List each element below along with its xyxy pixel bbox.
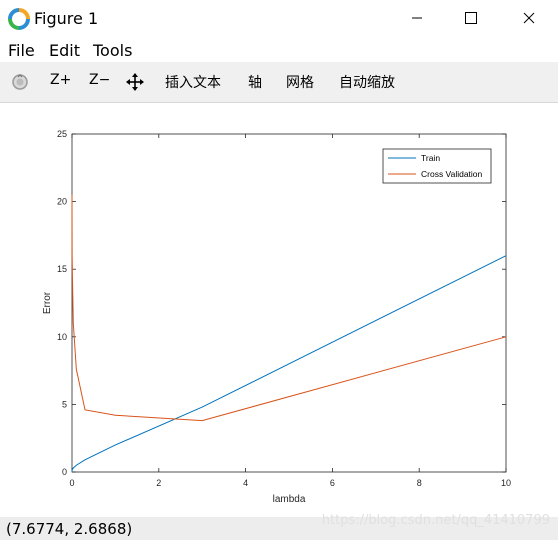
- menu-edit[interactable]: Edit: [49, 41, 80, 60]
- zoom-out-button[interactable]: Z−: [89, 72, 110, 88]
- autoscale-button[interactable]: 自动缩放: [339, 72, 395, 92]
- y-tick-label: 10: [57, 332, 67, 342]
- status-bar: (7.6774, 2.6868) https://blog.csdn.net/q…: [0, 513, 558, 540]
- y-tick-label: 20: [57, 197, 67, 207]
- x-tick-label: 10: [501, 478, 511, 488]
- maximize-button[interactable]: [448, 0, 494, 36]
- error-chart: 0 2 4 6 8 10 0 5 10 15 20 25 lambda Error Train Cro…: [42, 129, 511, 505]
- minimize-button[interactable]: [394, 0, 440, 36]
- legend-label-cv: Cross Validation: [421, 169, 483, 179]
- pan-arrows-icon[interactable]: [125, 72, 145, 92]
- axis-button[interactable]: 轴: [248, 72, 262, 92]
- legend: Train Cross Validation: [382, 148, 492, 184]
- x-axis-label: lambda: [273, 494, 306, 505]
- axes-box: [71, 133, 507, 473]
- title-bar: Figure 1: [0, 0, 558, 36]
- close-icon: [523, 12, 535, 24]
- x-tick-label: 6: [330, 478, 335, 488]
- maximize-icon: [465, 12, 477, 24]
- minimize-icon: [412, 17, 422, 19]
- figure-canvas[interactable]: 0 2 4 6 8 10 0 5 10 15 20 25 lambda Error Train Cro…: [0, 103, 558, 517]
- x-tick-label: 2: [156, 478, 161, 488]
- window-title: Figure 1: [34, 9, 99, 28]
- x-tick-label: 8: [417, 478, 422, 488]
- menu-file[interactable]: File: [8, 41, 35, 60]
- menu-bar: File Edit Tools: [0, 38, 558, 62]
- watermark-text: https://blog.csdn.net/qq_41410799: [321, 513, 550, 528]
- matlab-figure-icon: [8, 8, 30, 30]
- grid-button[interactable]: 网格: [286, 72, 314, 92]
- zoom-in-button[interactable]: Z+: [50, 72, 71, 88]
- reset-view-icon[interactable]: [10, 72, 30, 92]
- legend-label-train: Train: [421, 153, 440, 163]
- insert-text-button[interactable]: 插入文本: [165, 72, 221, 92]
- menu-tools[interactable]: Tools: [93, 41, 132, 60]
- toolbar: Z+ Z− 插入文本 轴 网格 自动缩放: [0, 62, 558, 103]
- y-tick-label: 0: [62, 467, 67, 477]
- close-button[interactable]: [506, 0, 552, 36]
- y-tick-label: 5: [62, 399, 67, 409]
- y-tick-label: 25: [57, 129, 67, 139]
- y-tick-label: 15: [57, 264, 67, 274]
- y-axis-label: Error: [42, 291, 53, 314]
- x-tick-label: 4: [243, 478, 248, 488]
- cursor-coordinates: (7.6774, 2.6868): [6, 520, 133, 538]
- x-tick-label: 0: [69, 478, 74, 488]
